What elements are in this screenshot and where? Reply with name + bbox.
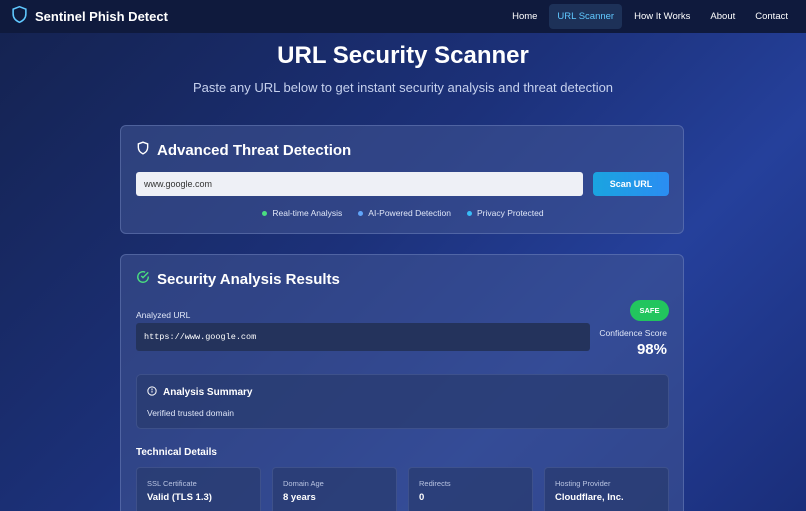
nav-how-it-works[interactable]: How It Works	[626, 4, 698, 29]
analyzed-url-label: Analyzed URL	[136, 310, 191, 320]
url-input[interactable]	[136, 172, 583, 196]
detail-value: Valid (TLS 1.3)	[147, 492, 212, 503]
detail-label: Domain Age	[283, 479, 324, 488]
navbar: Sentinel Phish Detect Home URL Scanner H…	[0, 0, 806, 33]
results-card-title: Security Analysis Results	[136, 270, 340, 288]
page-title: URL Security Scanner	[277, 42, 529, 69]
nav-home[interactable]: Home	[504, 4, 545, 29]
technical-details: SSL Certificate Valid (TLS 1.3) Domain A…	[136, 467, 669, 511]
analysis-summary: Analysis Summary Verified trusted domain	[136, 374, 669, 429]
status-badge: SAFE	[630, 300, 669, 321]
confidence-value: 98%	[636, 341, 667, 358]
scanner-title-text: Advanced Threat Detection	[157, 141, 352, 159]
detail-domain-age: Domain Age 8 years	[272, 467, 397, 511]
analyzed-url-value: https://www.google.com	[136, 323, 590, 351]
nav-contact[interactable]: Contact	[747, 4, 796, 29]
detail-redirects: Redirects 0	[408, 467, 533, 511]
summary-title: Analysis Summary	[147, 386, 253, 399]
detail-value: 0	[419, 492, 425, 503]
detail-label: Hosting Provider	[555, 479, 611, 488]
summary-title-text: Analysis Summary	[163, 387, 253, 398]
brand-name: Sentinel Phish Detect	[35, 9, 168, 24]
status-dot-icon	[262, 210, 268, 216]
scanner-card: Advanced Threat Detection Scan URL Real-…	[120, 125, 684, 234]
nav-links: Home URL Scanner How It Works About Cont…	[504, 4, 796, 29]
brand[interactable]: Sentinel Phish Detect	[11, 5, 168, 29]
feature-realtime: Real-time Analysis	[262, 208, 342, 218]
feature-label: Real-time Analysis	[272, 208, 343, 218]
status-dot-icon	[466, 210, 472, 216]
detail-label: SSL Certificate	[147, 479, 197, 488]
confidence-label: Confidence Score	[599, 328, 667, 338]
scan-url-button[interactable]: Scan URL	[593, 172, 669, 196]
scanner-card-title: Advanced Threat Detection	[136, 141, 351, 159]
info-icon	[147, 386, 157, 399]
feature-ai: AI-Powered Detection	[358, 208, 451, 218]
detail-value: 8 years	[283, 492, 316, 503]
summary-text: Verified trusted domain	[147, 408, 234, 418]
shield-icon	[136, 141, 150, 159]
nav-url-scanner[interactable]: URL Scanner	[549, 4, 623, 29]
shield-icon	[11, 5, 28, 29]
check-circle-icon	[136, 270, 150, 288]
status-dot-icon	[358, 210, 364, 216]
results-card: Security Analysis Results Analyzed URL h…	[120, 254, 684, 511]
detail-hosting: Hosting Provider Cloudflare, Inc.	[544, 467, 669, 511]
technical-details-title: Technical Details	[136, 447, 217, 458]
detail-label: Redirects	[419, 479, 451, 488]
page-subtitle: Paste any URL below to get instant secur…	[192, 80, 614, 95]
feature-list: Real-time Analysis AI-Powered Detection …	[121, 208, 685, 218]
detail-value: Cloudflare, Inc.	[555, 492, 624, 503]
nav-about[interactable]: About	[702, 4, 743, 29]
results-title-text: Security Analysis Results	[157, 270, 340, 288]
detail-ssl: SSL Certificate Valid (TLS 1.3)	[136, 467, 261, 511]
feature-privacy: Privacy Protected	[466, 208, 544, 218]
feature-label: AI-Powered Detection	[368, 208, 451, 218]
feature-label: Privacy Protected	[476, 208, 544, 218]
